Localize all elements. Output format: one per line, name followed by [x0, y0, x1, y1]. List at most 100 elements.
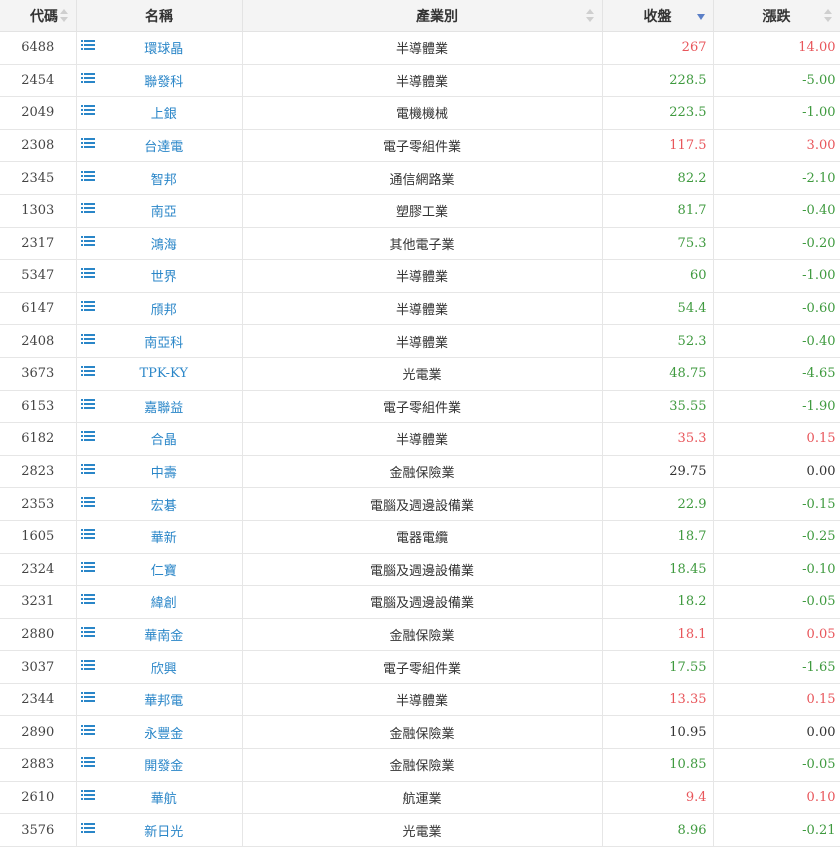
list-icon-cell[interactable] — [76, 781, 100, 815]
stock-name-cell: 南亞科 — [100, 324, 243, 358]
stock-name-link[interactable]: 華邦電 — [144, 694, 183, 709]
list-icon[interactable] — [81, 659, 96, 671]
list-icon-cell[interactable] — [76, 31, 100, 65]
table-row: 6153 嘉聯益 電子零組件業 35.55 -1.90 — [0, 390, 840, 424]
list-icon[interactable] — [81, 594, 96, 605]
list-icon-cell[interactable] — [76, 324, 100, 358]
column-header-close[interactable]: 收盤 — [602, 0, 714, 32]
stock-name-link[interactable]: 新日光 — [144, 825, 183, 840]
stock-name-link[interactable]: 中壽 — [151, 466, 177, 481]
stock-name-link[interactable]: 鴻海 — [151, 238, 177, 253]
stock-name-link[interactable]: 緯創 — [151, 596, 177, 611]
list-icon[interactable] — [81, 496, 96, 508]
list-icon[interactable] — [81, 529, 96, 540]
industry: 電腦及週邊設備業 — [242, 585, 603, 619]
list-icon[interactable] — [81, 724, 96, 736]
stock-name-link[interactable]: 世界 — [151, 270, 177, 285]
stock-name-link[interactable]: 仁寶 — [151, 564, 177, 579]
list-icon[interactable] — [81, 138, 96, 149]
list-icon-cell[interactable] — [76, 259, 100, 293]
close-price: 54.4 — [602, 292, 714, 326]
list-icon-cell[interactable] — [76, 618, 100, 652]
list-icon-cell[interactable] — [76, 227, 100, 261]
list-icon[interactable] — [81, 72, 96, 84]
stock-name-link[interactable]: 華新 — [151, 531, 177, 546]
stock-name-link[interactable]: 合晶 — [151, 433, 177, 448]
column-header-change[interactable]: 漲跌 — [713, 0, 840, 32]
list-icon[interactable] — [81, 431, 96, 442]
list-icon[interactable] — [81, 626, 96, 638]
stock-name-link[interactable]: 環球晶 — [144, 42, 183, 57]
stock-name-link[interactable]: 開發金 — [144, 759, 183, 774]
list-icon[interactable] — [81, 789, 96, 801]
list-icon[interactable] — [81, 561, 96, 573]
sort-both-icon[interactable] — [585, 9, 594, 23]
close-price: 223.5 — [602, 96, 714, 130]
stock-name-link[interactable]: 宏碁 — [151, 499, 177, 514]
list-icon-cell[interactable] — [76, 161, 100, 195]
list-icon-cell[interactable] — [76, 390, 100, 424]
list-icon[interactable] — [81, 757, 96, 768]
stock-name-link[interactable]: 華南金 — [144, 629, 183, 644]
sort-both-icon[interactable] — [823, 9, 832, 23]
list-icon-cell[interactable] — [76, 553, 100, 587]
list-icon-cell[interactable] — [76, 292, 100, 326]
column-header-industry[interactable]: 產業別 — [242, 0, 603, 32]
list-icon[interactable] — [81, 692, 96, 703]
list-icon-cell[interactable] — [76, 455, 100, 489]
list-icon-cell[interactable] — [76, 96, 100, 130]
table-row: 1605 華新 電器電纜 18.7 -0.25 — [0, 520, 840, 554]
stock-name-link[interactable]: 智邦 — [151, 173, 177, 188]
list-icon-cell[interactable] — [76, 520, 100, 554]
list-icon-cell[interactable] — [76, 585, 100, 619]
table-row: 2324 仁寶 電腦及週邊設備業 18.45 -0.10 — [0, 553, 840, 587]
stock-name-link[interactable]: 上銀 — [151, 107, 177, 122]
stock-name-link[interactable]: 台達電 — [144, 140, 183, 155]
list-icon-cell[interactable] — [76, 357, 100, 391]
industry: 半導體業 — [242, 292, 603, 326]
price-change: -0.10 — [713, 553, 840, 587]
list-icon-cell[interactable] — [76, 683, 100, 717]
list-icon[interactable] — [81, 301, 96, 312]
stock-name-link[interactable]: 南亞 — [151, 205, 177, 220]
column-header-code[interactable]: 代碼 — [0, 0, 77, 32]
close-price: 228.5 — [602, 64, 714, 98]
list-icon-cell[interactable] — [76, 487, 100, 521]
stock-name-link[interactable]: 華航 — [151, 792, 177, 807]
stock-name-link[interactable]: 永豐金 — [144, 727, 183, 742]
stock-name-link[interactable]: 嘉聯益 — [144, 401, 183, 416]
list-icon-cell[interactable] — [76, 129, 100, 163]
list-icon[interactable] — [81, 40, 96, 51]
sort-descending-icon[interactable] — [696, 14, 705, 20]
price-change: 0.15 — [713, 683, 840, 717]
stock-name-cell: 華南金 — [100, 618, 243, 652]
stock-name-cell: 世界 — [100, 259, 243, 293]
industry: 光電業 — [242, 357, 603, 391]
list-icon-cell[interactable] — [76, 715, 100, 750]
price-change: 0.05 — [713, 618, 840, 652]
list-icon-cell[interactable] — [76, 813, 100, 847]
list-icon[interactable] — [81, 105, 96, 116]
list-icon-cell[interactable] — [76, 64, 100, 98]
stock-name-link[interactable]: 聯發科 — [144, 75, 183, 90]
list-icon[interactable] — [81, 398, 96, 410]
stock-name-link[interactable]: 南亞科 — [144, 336, 183, 351]
list-icon[interactable] — [81, 366, 96, 377]
list-icon-cell[interactable] — [76, 194, 100, 228]
stock-name-link[interactable]: 欣興 — [151, 662, 177, 677]
sort-both-icon[interactable] — [59, 9, 68, 23]
stock-name-link[interactable]: 頎邦 — [151, 303, 177, 318]
list-icon-cell[interactable] — [76, 748, 100, 782]
list-icon[interactable] — [81, 203, 96, 214]
list-icon[interactable] — [81, 822, 96, 834]
stock-name-cell: 智邦 — [100, 161, 243, 195]
list-icon-cell[interactable] — [76, 650, 100, 684]
list-icon[interactable] — [81, 235, 96, 247]
list-icon-cell[interactable] — [76, 422, 100, 456]
stock-name-link[interactable]: TPK-KY — [139, 366, 188, 381]
list-icon[interactable] — [81, 464, 96, 475]
list-icon[interactable] — [81, 170, 96, 182]
list-icon[interactable] — [81, 268, 96, 279]
industry: 半導體業 — [242, 683, 603, 717]
list-icon[interactable] — [81, 333, 96, 345]
